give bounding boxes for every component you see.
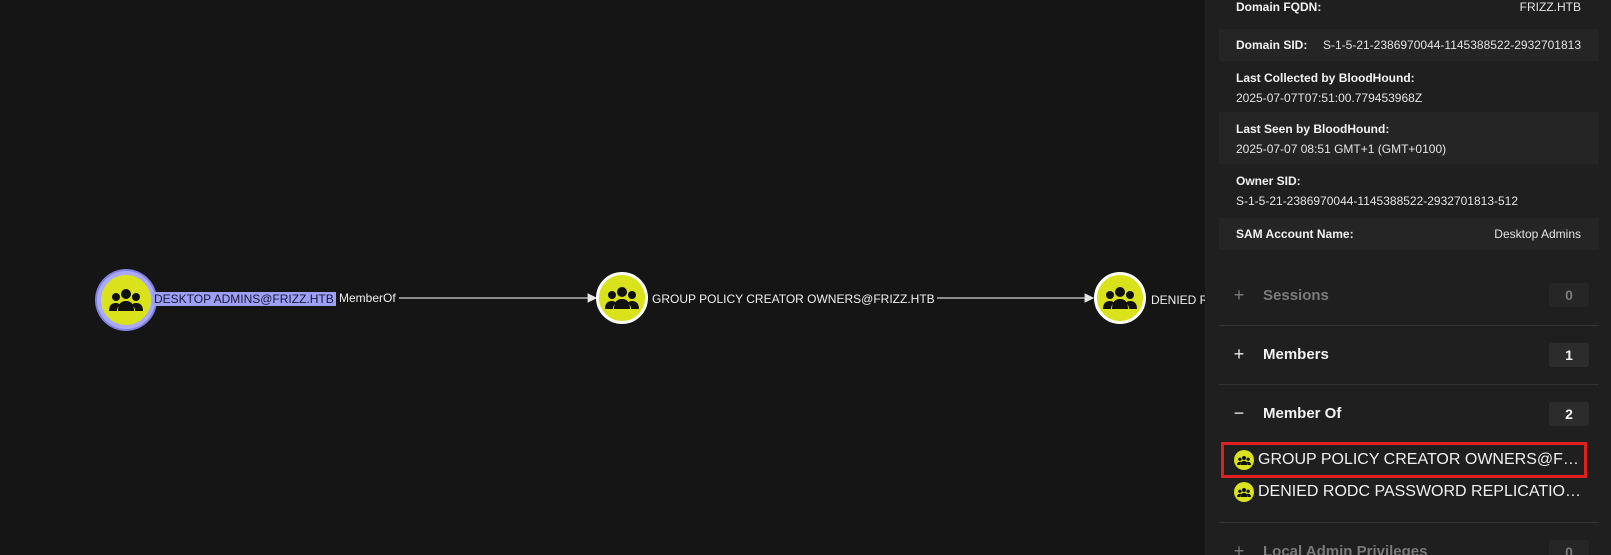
property-last-collected: Last Collected by BloodHound: 2025-07-07… (1219, 62, 1599, 112)
section-member-of[interactable]: − Member Of 2 (1219, 384, 1599, 442)
property-value: Desktop Admins (1494, 227, 1581, 241)
property-owner-sid: Owner SID: S-1-5-21-2386970044-114538852… (1219, 164, 1599, 216)
property-sam-account-name: SAM Account Name: Desktop Admins (1219, 218, 1599, 250)
member-of-label: DENIED RODC PASSWORD REPLICATION G... (1258, 483, 1586, 500)
member-of-item[interactable]: DENIED RODC PASSWORD REPLICATION G... (1234, 476, 1586, 508)
member-of-label: GROUP POLICY CREATOR OWNERS@FRIZZ... (1258, 451, 1585, 468)
property-key: Owner SID: (1236, 174, 1301, 188)
expand-icon[interactable]: + (1229, 344, 1249, 365)
count-badge: 0 (1549, 283, 1589, 307)
graph-edges (325, 293, 1095, 303)
property-key: Domain SID: (1236, 38, 1308, 52)
graph-node-denied-rodc[interactable] (1094, 272, 1146, 324)
graph-canvas[interactable]: DESKTOP ADMINS@FRIZZ.HTB MemberOf GROUP … (0, 0, 1205, 555)
section-local-admin-privileges[interactable]: + Local Admin Privileges 0 (1219, 522, 1599, 555)
section-sessions[interactable]: + Sessions 0 (1219, 266, 1599, 324)
section-title: Local Admin Privileges (1263, 543, 1428, 555)
expand-icon[interactable]: + (1229, 541, 1249, 555)
property-domain-fqdn: Domain FQDN: FRIZZ.HTB (1219, 0, 1599, 22)
count-badge: 0 (1549, 539, 1589, 555)
graph-node-desktop-admins[interactable] (97, 271, 155, 329)
graph-node-group-policy-creator-owners[interactable] (596, 272, 648, 324)
property-value: FRIZZ.HTB (1519, 0, 1581, 14)
section-members[interactable]: + Members 1 (1219, 325, 1599, 383)
node-label-group-policy-creator-owners[interactable]: GROUP POLICY CREATOR OWNERS@FRIZZ.HTB (650, 292, 937, 306)
property-value: S-1-5-21-2386970044-1145388522-293270181… (1236, 194, 1519, 208)
count-badge: 1 (1549, 342, 1589, 367)
property-domain-sid: Domain SID: S-1-5-21-2386970044-11453885… (1219, 29, 1599, 61)
node-label-denied-rodc[interactable]: DENIED RO (1149, 293, 1205, 307)
property-value: S-1-5-21-2386970044-1145388522-293270181… (1323, 38, 1581, 52)
edge-label-memberof: MemberOf (336, 291, 399, 305)
section-title: Member Of (1263, 405, 1342, 422)
expand-icon[interactable]: + (1229, 285, 1249, 306)
property-key: Last Collected by BloodHound: (1236, 71, 1415, 85)
group-icon (605, 287, 639, 309)
property-key: SAM Account Name: (1236, 227, 1354, 241)
section-title: Members (1263, 346, 1329, 363)
entity-info-panel: Domain FQDN: FRIZZ.HTB Domain SID: S-1-5… (1205, 0, 1611, 555)
property-key: Last Seen by BloodHound: (1236, 122, 1390, 136)
group-icon (109, 289, 143, 311)
group-icon (1103, 287, 1137, 309)
property-value: 2025-07-07 08:51 GMT+1 (GMT+0100) (1236, 142, 1447, 156)
member-of-item[interactable]: GROUP POLICY CREATOR OWNERS@FRIZZ... (1221, 442, 1587, 478)
count-badge: 2 (1549, 401, 1589, 426)
group-icon (1234, 450, 1254, 470)
property-value: 2025-07-07T07:51:00.779453968Z (1236, 91, 1423, 105)
property-last-seen: Last Seen by BloodHound: 2025-07-07 08:5… (1219, 112, 1599, 164)
section-title: Sessions (1263, 286, 1329, 304)
node-label-desktop-admins[interactable]: DESKTOP ADMINS@FRIZZ.HTB (152, 292, 336, 306)
group-icon (1234, 482, 1254, 502)
collapse-icon[interactable]: − (1229, 403, 1249, 424)
property-key: Domain FQDN: (1236, 0, 1322, 14)
